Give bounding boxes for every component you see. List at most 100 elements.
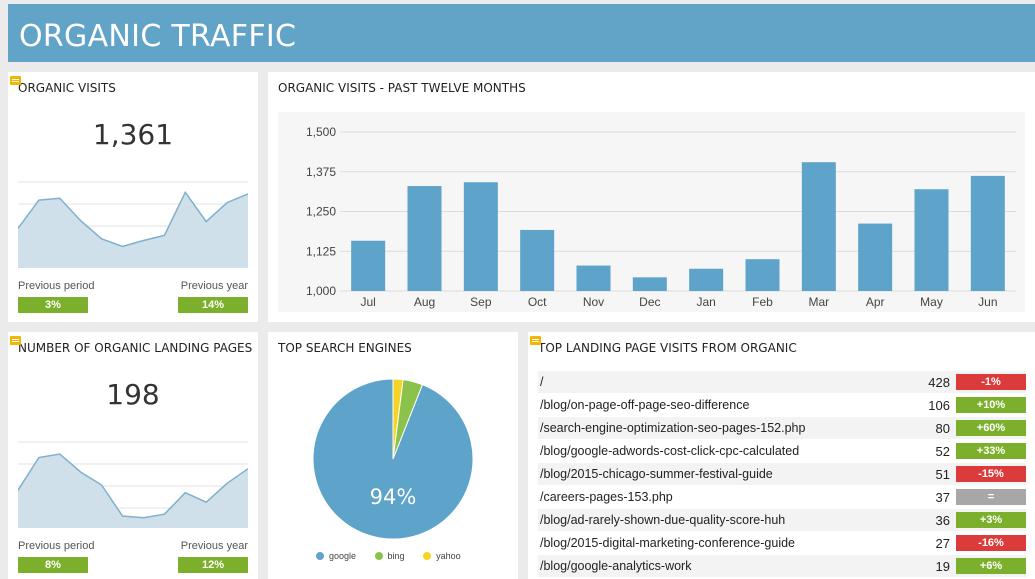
pie-legend: google bing yahoo	[316, 551, 461, 561]
search-engines-pie-chart	[312, 378, 474, 540]
panel-title: ORGANIC VISITS	[18, 81, 116, 95]
landing-page-row[interactable]: /blog/on-page-off-page-seo-difference 106…	[538, 394, 1026, 416]
change-badge: +60%	[956, 420, 1026, 436]
panel-title: TOP LANDING PAGE VISITS FROM ORGANIC	[538, 341, 797, 355]
landing-pages-count-panel: NUMBER OF ORGANIC LANDING PAGES 198 Prev…	[8, 332, 258, 579]
landing-pages-count-value: 198	[106, 378, 160, 411]
monthly-visits-bar-chart: 1,000 1,125 1,250 1,375 1,500 Jul Aug Sep Oct Nov…	[306, 125, 1016, 309]
y-tick-label: 1,500	[306, 125, 336, 139]
bar-sep	[463, 182, 498, 291]
bar-jun	[970, 175, 1005, 291]
previous-period-badge: 3%	[18, 297, 88, 313]
landing-page-visits: 80	[935, 421, 950, 436]
previous-year-label: Previous year	[180, 540, 248, 552]
landing-page-visits: 19	[935, 559, 950, 574]
organic-visits-panel: ORGANIC VISITS 1,361 Previous period Pre…	[8, 72, 258, 322]
bar-apr	[858, 223, 893, 291]
x-tick-label: Oct	[528, 295, 547, 309]
organic-visits-sparkline	[18, 181, 248, 268]
x-tick-label: Feb	[752, 295, 773, 309]
x-tick-label: Jul	[360, 295, 375, 309]
monthly-visits-panel: ORGANIC VISITS - PAST TWELVE MONTHS 1,00…	[268, 72, 1035, 322]
landing-page-path[interactable]: /blog/2015-chicago-summer-festival-guide	[540, 467, 773, 481]
note-icon[interactable]	[10, 336, 21, 345]
legend-label: google	[329, 551, 357, 561]
legend-dot	[423, 552, 432, 560]
y-tick-label: 1,000	[306, 284, 336, 298]
landing-page-path[interactable]: /blog/2015-digital-marketing-conference-…	[540, 536, 795, 550]
legend-dot	[374, 552, 383, 560]
change-badge: -1%	[956, 374, 1026, 390]
change-badge: +33%	[956, 443, 1026, 459]
landing-page-row[interactable]: /careers-pages-153.php 37 =	[538, 486, 1026, 508]
x-tick-label: Jun	[978, 295, 997, 309]
search-engines-panel: TOP SEARCH ENGINES 94% google bing yahoo	[268, 332, 518, 579]
previous-period-label: Previous period	[18, 540, 95, 552]
landing-page-visits: 51	[935, 467, 950, 482]
top-landing-pages-panel: TOP LANDING PAGE VISITS FROM ORGANIC / 42…	[528, 332, 1035, 579]
landing-page-path[interactable]: /blog/ad-rarely-shown-due-quality-score-…	[540, 513, 785, 527]
change-badge: -15%	[956, 466, 1026, 482]
change-badge: +3%	[956, 512, 1026, 528]
landing-page-row[interactable]: /blog/google-analytics-work 19 +6%	[538, 555, 1026, 577]
landing-page-path[interactable]: /search-engine-optimization-seo-pages-15…	[540, 421, 805, 435]
landing-pages-sparkline	[18, 441, 248, 528]
note-icon[interactable]	[530, 336, 541, 345]
panel-title: NUMBER OF ORGANIC LANDING PAGES	[18, 341, 253, 355]
landing-page-path[interactable]: /blog/on-page-off-page-seo-difference	[540, 398, 749, 412]
bar-may	[914, 189, 949, 291]
landing-page-path[interactable]: /	[540, 375, 543, 389]
landing-page-visits: 428	[928, 375, 950, 390]
legend-dot	[316, 552, 324, 560]
panel-title: TOP SEARCH ENGINES	[278, 341, 412, 355]
previous-year-badge: 12%	[178, 557, 248, 573]
x-tick-label: Dec	[639, 295, 660, 309]
x-tick-label: Aug	[414, 295, 435, 309]
legend-label: yahoo	[436, 551, 461, 561]
x-tick-label: Jan	[696, 295, 715, 309]
landing-page-visits: 36	[935, 513, 950, 528]
landing-page-row[interactable]: /blog/ad-rarely-shown-due-quality-score-…	[538, 509, 1026, 531]
landing-page-visits: 52	[935, 444, 950, 459]
note-icon[interactable]	[10, 76, 21, 85]
dashboard-header: ORGANIC TRAFFIC	[8, 4, 1035, 62]
landing-page-row[interactable]: /search-engine-optimization-seo-pages-15…	[538, 417, 1026, 439]
bar-nov	[576, 265, 611, 291]
legend-label: bing	[387, 551, 405, 561]
landing-page-path[interactable]: /blog/google-analytics-work	[540, 559, 691, 573]
x-tick-label: May	[920, 295, 943, 309]
bar-oct	[520, 229, 555, 291]
change-badge: +10%	[956, 397, 1026, 413]
landing-page-visits: 106	[928, 398, 950, 413]
legend-item-google: google	[316, 551, 356, 561]
previous-year-badge: 14%	[178, 297, 248, 313]
legend-item-yahoo: yahoo	[423, 551, 461, 561]
previous-period-badge: 8%	[18, 557, 88, 573]
pie-center-label: 94%	[369, 485, 417, 509]
landing-page-path[interactable]: /blog/google-adwords-cost-click-cpc-calc…	[540, 444, 799, 458]
change-badge: +6%	[956, 558, 1026, 574]
landing-page-row[interactable]: /blog/2015-chicago-summer-festival-guide…	[538, 463, 1026, 485]
previous-period-label: Previous period	[18, 280, 95, 292]
x-tick-label: Mar	[808, 295, 829, 309]
landing-page-row[interactable]: /blog/google-adwords-cost-click-cpc-calc…	[538, 440, 1026, 462]
change-badge: =	[956, 489, 1026, 505]
bar-jan	[689, 268, 724, 291]
y-tick-label: 1,250	[306, 205, 336, 219]
y-tick-label: 1,125	[306, 244, 336, 258]
dashboard-title: ORGANIC TRAFFIC	[19, 19, 297, 54]
landing-page-visits: 37	[935, 490, 950, 505]
bar-dec	[632, 277, 667, 291]
landing-page-row[interactable]: / 428 -1%	[538, 371, 1026, 393]
landing-page-path[interactable]: /careers-pages-153.php	[540, 490, 673, 504]
bar-jul	[351, 240, 386, 291]
previous-year-label: Previous year	[180, 280, 248, 292]
landing-page-row[interactable]: /blog/2015-digital-marketing-conference-…	[538, 532, 1026, 554]
panel-title: ORGANIC VISITS - PAST TWELVE MONTHS	[278, 81, 526, 95]
change-badge: -16%	[956, 535, 1026, 551]
landing-page-visits: 27	[935, 536, 950, 551]
bar-mar	[801, 162, 836, 291]
y-tick-label: 1,375	[306, 165, 336, 179]
x-tick-label: Sep	[470, 295, 492, 309]
x-tick-label: Nov	[583, 295, 604, 309]
